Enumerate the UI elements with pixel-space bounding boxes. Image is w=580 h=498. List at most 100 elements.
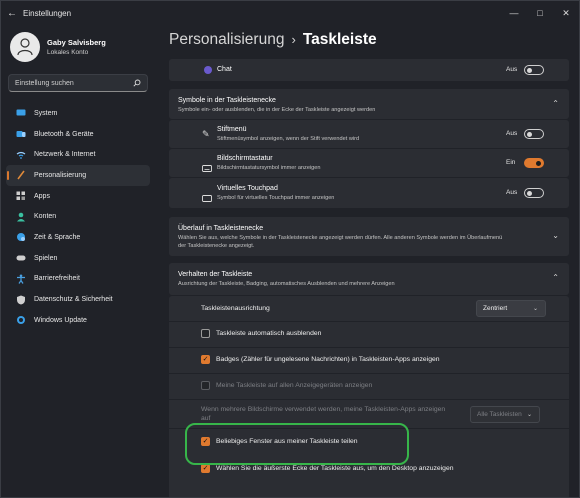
sidebar-item-windows-update[interactable]: Windows Update <box>6 310 150 331</box>
sidebar-item-system[interactable]: System <box>6 103 150 124</box>
pen-menu-row: ✎ Stiftmenü Stiftmenüsymbol anzeigen, we… <box>169 120 569 148</box>
page-title: Taskleiste <box>302 31 377 48</box>
all-displays-checkbox[interactable] <box>201 381 210 390</box>
touch-keyboard-title: Bildschirmtastatur <box>217 155 273 162</box>
sidebar-item-gaming[interactable]: Spielen <box>6 248 150 269</box>
sidebar-item-label: Apps <box>34 192 50 200</box>
multi-display-label-line1: Wenn mehrere Bildschirme verwendet werde… <box>201 406 446 413</box>
touch-keyboard-subtitle: Bildschirmtastatursymbol immer anzeigen <box>217 165 321 171</box>
virtual-touchpad-toggle[interactable] <box>524 188 544 198</box>
search-icon <box>133 79 141 87</box>
chat-toggle[interactable] <box>524 65 544 75</box>
multi-display-label-line2: auf <box>201 415 211 422</box>
all-displays-label: Meine Taskleiste auf allen Anzeigegeräte… <box>216 382 373 389</box>
avatar[interactable] <box>10 32 40 62</box>
show-desktop-checkbox[interactable]: ✓ <box>201 464 210 473</box>
person-icon <box>17 38 33 56</box>
back-arrow-icon[interactable]: ← <box>1 8 23 19</box>
sidebar-item-personalization[interactable]: Personalisierung <box>6 165 150 186</box>
update-icon <box>16 315 26 325</box>
section-subtitle-line2: der Taskleistenecke angezeigt. <box>178 243 255 249</box>
gamepad-icon <box>16 253 26 263</box>
sidebar-item-label: Zeit & Sprache <box>34 233 81 241</box>
sidebar-item-privacy[interactable]: Datenschutz & Sicherheit <box>6 289 150 310</box>
sidebar-nav: System Bluetooth & Geräte Netzwerk & Int… <box>6 103 150 331</box>
sidebar-item-label: Spielen <box>34 254 58 262</box>
sidebar-item-bluetooth[interactable]: Bluetooth & Geräte <box>6 124 150 145</box>
chat-row: Chat Aus <box>169 59 569 81</box>
shield-icon <box>16 295 26 305</box>
wifi-icon <box>16 150 26 160</box>
pen-menu-subtitle: Stiftmenüsymbol anzeigen, wenn der Stift… <box>217 136 360 142</box>
behavior-body: Taskleistenausrichtung Zentriert ⌄ Taskl… <box>169 296 569 497</box>
search-placeholder: Einstellung suchen <box>15 79 74 87</box>
behavior-header[interactable]: Verhalten der Taskleiste Ausrichtung der… <box>169 263 569 295</box>
user-account-type: Lokales Konto <box>47 49 89 56</box>
show-desktop-label: Wählen Sie die äußerste Ecke der Tasklei… <box>216 465 454 472</box>
sidebar-item-label: Datenschutz & Sicherheit <box>34 296 113 304</box>
close-icon[interactable]: ✕ <box>553 8 579 19</box>
overflow-header[interactable]: Überlauf in Taskleistenecke Wählen Sie a… <box>169 217 569 256</box>
chevron-down-icon: ⌄ <box>532 306 538 312</box>
alignment-dropdown[interactable]: Zentriert ⌄ <box>476 300 546 317</box>
sidebar-item-label: Windows Update <box>34 316 87 324</box>
section-subtitle: Ausrichtung der Taskleiste, Badging, aut… <box>178 281 395 287</box>
chevron-up-icon[interactable]: ⌃ <box>552 99 559 108</box>
bluetooth-icon <box>16 129 26 139</box>
sidebar-item-label: Konten <box>34 213 57 221</box>
maximize-icon[interactable]: □ <box>527 8 553 18</box>
touch-keyboard-toggle[interactable] <box>524 158 544 168</box>
chevron-right-icon: › <box>291 32 296 47</box>
pen-menu-state: Aus <box>506 130 518 137</box>
section-subtitle-line1: Wählen Sie aus, welche Symbole in der Ta… <box>178 235 503 241</box>
window-title: Einstellungen <box>23 8 72 18</box>
pen-menu-toggle[interactable] <box>524 129 544 139</box>
sidebar-item-time-language[interactable]: Zeit & Sprache <box>6 227 150 248</box>
title-bar: ← Einstellungen — □ ✕ <box>1 1 579 25</box>
sidebar-item-accounts[interactable]: Konten <box>6 206 150 227</box>
sidebar-item-label: Barrierefreiheit <box>34 275 80 283</box>
virtual-touchpad-row: Virtuelles Touchpad Symbol für virtuelle… <box>169 178 569 208</box>
virtual-touchpad-subtitle: Symbol für virtuelles Touchpad immer anz… <box>217 195 335 201</box>
multi-display-dropdown[interactable]: Alle Taskleisten ⌄ <box>470 406 540 423</box>
minimize-icon[interactable]: — <box>501 8 527 18</box>
section-title: Symbole in der Taskleistenecke <box>178 97 276 104</box>
brush-icon <box>16 170 26 180</box>
sidebar-item-network[interactable]: Netzwerk & Internet <box>6 144 150 165</box>
apps-icon <box>16 191 26 201</box>
chat-icon <box>204 66 212 74</box>
globe-clock-icon <box>16 232 26 242</box>
autohide-label: Taskleiste automatisch ausblenden <box>216 330 322 337</box>
chat-state: Aus <box>506 66 518 73</box>
keyboard-icon <box>202 159 212 177</box>
person-icon <box>16 212 26 222</box>
sidebar-item-label: Bluetooth & Geräte <box>34 130 94 138</box>
sidebar-item-apps[interactable]: Apps <box>6 186 150 207</box>
sidebar-item-label: System <box>34 109 58 117</box>
badges-checkbox[interactable]: ✓ <box>201 355 210 364</box>
section-subtitle: Symbole ein- oder ausblenden, die in der… <box>178 107 376 113</box>
breadcrumb-parent[interactable]: Personalisierung <box>169 31 284 48</box>
alignment-value: Zentriert <box>483 305 508 312</box>
user-name: Gaby Salvisberg <box>47 38 106 47</box>
alignment-label: Taskleistenausrichtung <box>201 305 270 312</box>
search-input[interactable]: Einstellung suchen <box>8 74 148 92</box>
autohide-checkbox[interactable] <box>201 329 210 338</box>
breadcrumb: Personalisierung › Taskleiste <box>169 31 377 49</box>
chevron-up-icon[interactable]: ⌃ <box>552 273 559 282</box>
multi-display-value: Alle Taskleisten <box>477 411 522 418</box>
corner-icons-header[interactable]: Symbole in der Taskleistenecke Symbole e… <box>169 89 569 119</box>
section-title: Verhalten der Taskleiste <box>178 271 253 278</box>
chat-label: Chat <box>217 66 232 73</box>
virtual-touchpad-title: Virtuelles Touchpad <box>217 185 278 192</box>
monitor-icon <box>16 108 26 118</box>
chevron-down-icon[interactable]: ⌄ <box>552 231 559 240</box>
virtual-touchpad-state: Aus <box>506 189 518 196</box>
sidebar-item-label: Netzwerk & Internet <box>34 151 96 159</box>
chevron-down-icon: ⌄ <box>526 412 532 418</box>
touchpad-icon <box>202 189 212 207</box>
sidebar-item-accessibility[interactable]: Barrierefreiheit <box>6 269 150 290</box>
sidebar-item-label: Personalisierung <box>34 171 87 179</box>
settings-window: ← Einstellungen — □ ✕ Gaby Salvisberg Lo… <box>0 0 580 498</box>
pen-icon: ✎ <box>202 129 210 139</box>
